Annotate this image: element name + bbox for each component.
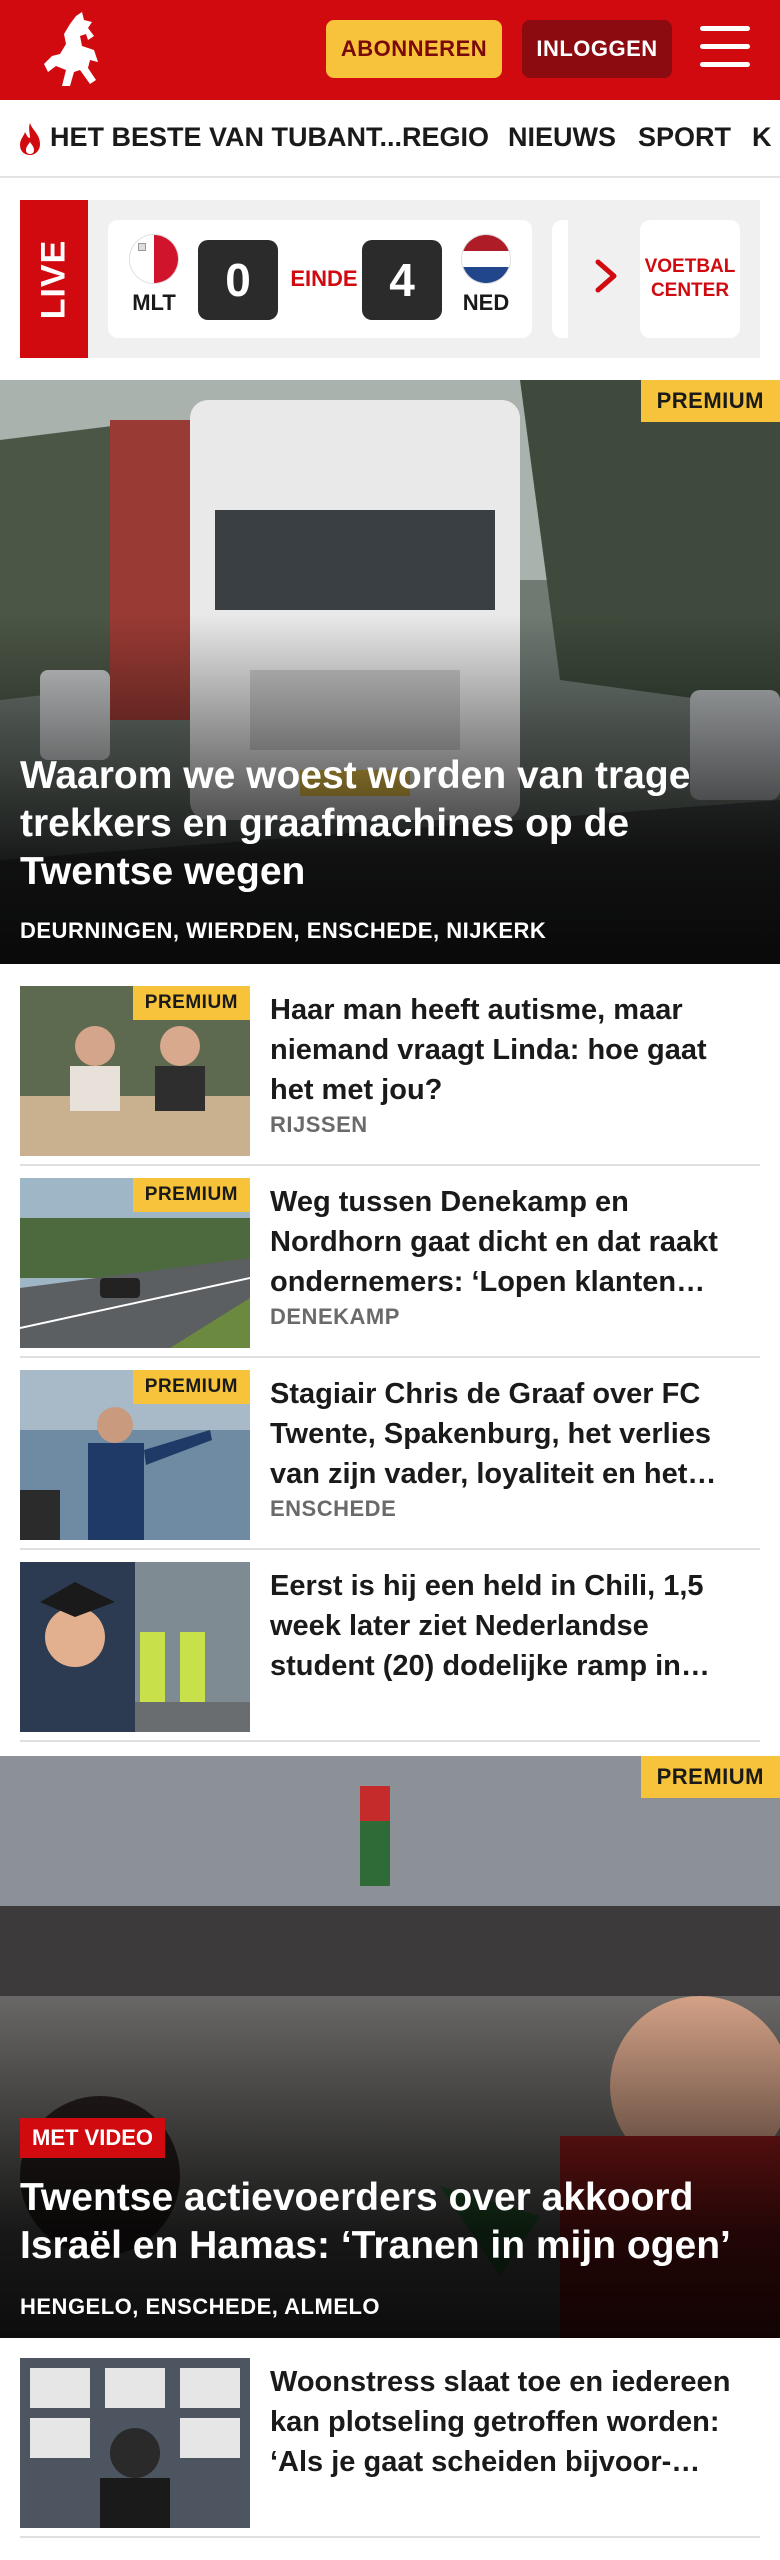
away-team: NED (454, 234, 518, 316)
nav-item-more[interactable]: K (752, 122, 772, 153)
premium-badge: PREMIUM (640, 380, 780, 422)
article-title[interactable]: Woonstress slaat toe en iedereen kan plo… (270, 2362, 756, 2482)
match-card[interactable]: MLT 0 EINDE 4 NED (108, 220, 532, 338)
away-score: 4 (362, 240, 442, 320)
nav-item-nieuws[interactable]: NIEUWS (508, 122, 616, 153)
article-thumbnail: PREMIUM (20, 1178, 250, 1348)
flame-icon (20, 123, 40, 155)
article-location: RIJSSEN (270, 1112, 368, 1137)
malta-flag-icon (129, 234, 179, 284)
hero-gradient (0, 1988, 780, 2338)
menu-icon[interactable] (700, 26, 752, 72)
list-item[interactable]: PREMIUM Stagiair Chris de Graaf over FC … (20, 1358, 760, 1550)
home-team: MLT (122, 234, 186, 316)
hero-article-trekkers[interactable]: PREMIUM Waarom we woest worden van trage… (0, 380, 780, 964)
live-label: LIVE (20, 200, 88, 358)
login-button[interactable]: INLOGGEN (522, 20, 672, 78)
article-thumbnail: PREMIUM (20, 986, 250, 1156)
list-item[interactable]: Woonstress slaat toe en iedereen kan plo… (20, 2346, 760, 2538)
hero-article-actievoerders[interactable]: PREMIUM MET VIDEO Twentse actievoerders … (0, 1756, 780, 2338)
premium-badge: PREMIUM (132, 986, 250, 1020)
subscribe-button[interactable]: ABONNEREN (326, 20, 502, 78)
article-thumbnail (20, 1562, 250, 1732)
article-title[interactable]: Stagiair Chris de Graaf over FC Twente, … (270, 1374, 756, 1494)
chevron-right-icon[interactable] (588, 256, 624, 296)
netherlands-flag-icon (461, 234, 511, 284)
premium-badge: PREMIUM (640, 1756, 780, 1798)
hero-title[interactable]: Twentse actievoerders over akkoord Israë… (20, 2174, 760, 2270)
video-badge: MET VIDEO (20, 2118, 166, 2158)
site-header: ABONNEREN INLOGGEN (0, 0, 780, 100)
away-team-code: NED (462, 290, 510, 315)
article-thumbnail: PREMIUM (20, 1370, 250, 1540)
article-location: ENSCHEDE (270, 1496, 397, 1521)
tubantia-horse-logo-icon[interactable] (36, 10, 106, 90)
list-item[interactable]: Eerst is hij een held in Chili, 1,5 week… (20, 1550, 760, 1742)
section-nav: HET BESTE VAN TUBANT... REGIO NIEUWS SPO… (0, 100, 780, 178)
voetbal-center-link[interactable]: VOETBAL CENTER (640, 220, 740, 338)
list-item[interactable]: PREMIUM Weg tussen Denekamp en Nordhorn … (20, 1166, 760, 1358)
article-title[interactable]: Eerst is hij een held in Chili, 1,5 week… (270, 1566, 756, 1686)
nav-item-het-beste[interactable]: HET BESTE VAN TUBANT... (50, 122, 402, 153)
article-thumbnail (20, 2358, 250, 2528)
nav-item-sport[interactable]: SPORT (638, 122, 731, 153)
premium-badge: PREMIUM (132, 1178, 250, 1212)
hero-title[interactable]: Waarom we woest worden van trage trekker… (20, 752, 760, 896)
hero-locations: DEURNINGEN, WIERDEN, ENSCHEDE, NIJKERK (20, 918, 547, 943)
home-score: 0 (198, 240, 278, 320)
next-match-card[interactable] (552, 220, 568, 338)
home-team-code: MLT (132, 290, 176, 315)
match-status: EINDE (290, 266, 358, 291)
premium-badge: PREMIUM (132, 1370, 250, 1404)
live-scores-widget: LIVE MLT 0 EINDE 4 NED VOETBAL CENTER (20, 200, 760, 358)
hero-locations: HENGELO, ENSCHEDE, ALMELO (20, 2294, 381, 2319)
article-title[interactable]: Haar man heeft autisme, maar niemand vra… (270, 990, 756, 1110)
article-title[interactable]: Weg tussen Denekamp en Nordhorn gaat dic… (270, 1182, 756, 1302)
article-location: DENEKAMP (270, 1304, 400, 1329)
nav-item-regio[interactable]: REGIO (402, 122, 489, 153)
list-item[interactable]: PREMIUM Haar man heeft autisme, maar nie… (20, 974, 760, 1166)
